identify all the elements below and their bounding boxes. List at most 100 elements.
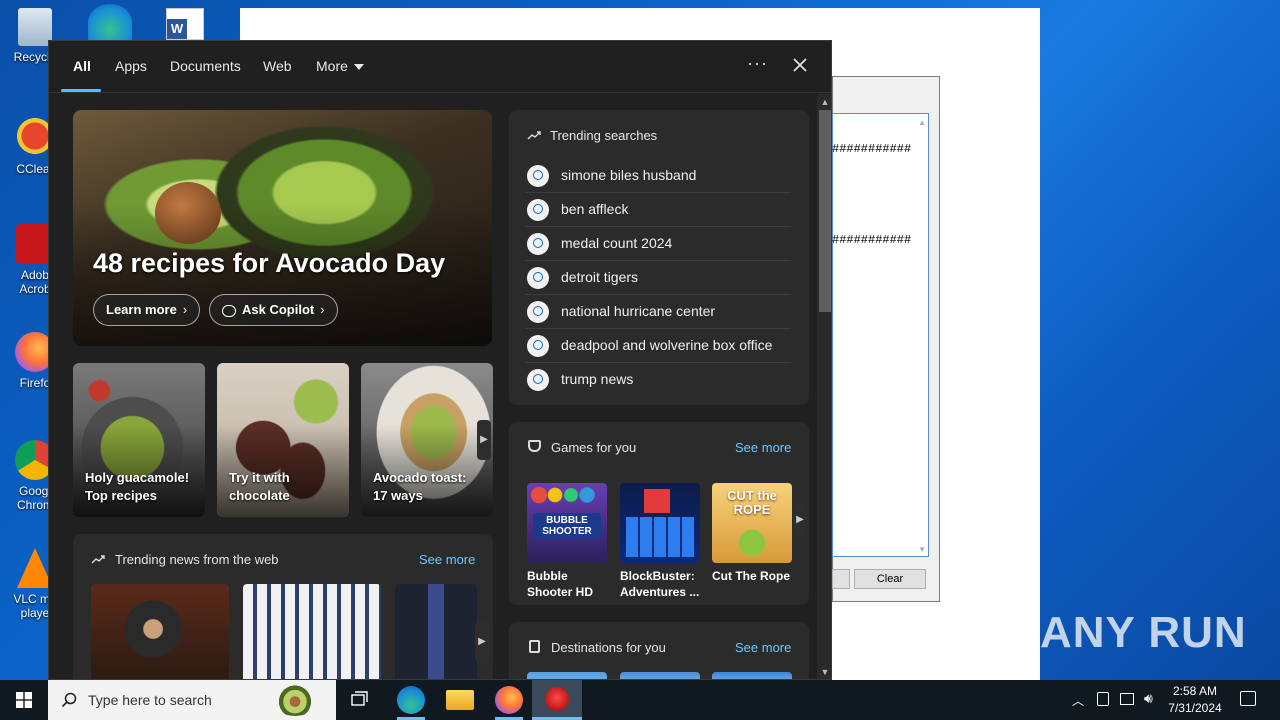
learn-more-button[interactable]: Learn more ›: [93, 294, 201, 326]
destination-image[interactable]: [527, 672, 607, 679]
search-icon: [527, 233, 549, 255]
textbox-scroll-up-icon[interactable]: ▲: [918, 118, 926, 127]
partial-button[interactable]: [832, 569, 850, 589]
destination-image[interactable]: [620, 672, 700, 679]
trending-arrow-icon: [527, 131, 541, 140]
trending-search-text: deadpool and wolverine box office: [561, 337, 773, 353]
news-image-press[interactable]: [395, 584, 477, 679]
start-button[interactable]: [0, 680, 48, 720]
game-name: BlockBuster: Adventures ...: [620, 569, 700, 599]
trending-search-item[interactable]: medal count 2024: [525, 227, 791, 261]
close-icon[interactable]: [790, 55, 810, 75]
games-section-title: Games for you: [551, 440, 637, 455]
windows-logo-icon: [16, 692, 32, 708]
recipes-next-arrow[interactable]: ▶: [477, 420, 491, 460]
games-see-more-link[interactable]: See more: [735, 440, 791, 455]
taskbar-clock[interactable]: 2:58 AM 7/31/2024: [1160, 683, 1230, 717]
active-app-taskbar-button[interactable]: [532, 680, 582, 720]
tab-all[interactable]: All: [73, 58, 91, 74]
hero-title: 48 recipes for Avocado Day: [93, 248, 446, 278]
games-next-arrow[interactable]: ▶: [793, 502, 807, 538]
news-next-arrow[interactable]: ▶: [475, 622, 489, 662]
task-view-icon[interactable]: [346, 686, 374, 714]
chevron-right-icon: ›: [182, 302, 188, 317]
recipe-card-chocolate[interactable]: Try it with chocolate: [217, 363, 349, 517]
output-textbox[interactable]: ▲ ▼: [832, 113, 929, 557]
textbox-scroll-down-icon[interactable]: ▼: [918, 545, 926, 554]
meet-now-icon[interactable]: [1097, 692, 1109, 706]
search-icon: [527, 199, 549, 221]
trending-search-item[interactable]: simone biles husband: [525, 159, 791, 193]
trending-search-item[interactable]: national hurricane center: [525, 295, 791, 329]
bubble-shooter-logo-text: BUBBLE SHOOTER: [533, 513, 601, 539]
clear-button[interactable]: Clear: [854, 569, 926, 589]
cut-the-rope-logo-text: CUT the ROPE: [727, 488, 777, 517]
bubble-shooter-tile[interactable]: BUBBLE SHOOTER: [527, 483, 607, 563]
firefox-taskbar-icon[interactable]: [495, 686, 523, 714]
trending-search-item[interactable]: detroit tigers: [525, 261, 791, 295]
scroll-down-icon[interactable]: ▼: [820, 667, 830, 677]
more-options-button[interactable]: ···: [747, 53, 768, 74]
search-tabs-bar: All Apps Documents Web More ···: [49, 41, 831, 93]
active-tab-indicator: [61, 89, 101, 92]
file-explorer-icon[interactable]: [446, 690, 474, 710]
destinations-section-title: Destinations for you: [551, 640, 666, 655]
ask-copilot-label: Ask Copilot: [242, 302, 315, 317]
edge-desktop-icon[interactable]: [88, 4, 132, 40]
chevron-down-icon: [353, 64, 364, 71]
scrollbar-thumb[interactable]: [819, 110, 831, 312]
trending-news-section: Trending news from the web See more ▶: [73, 534, 493, 679]
word-logo-icon: W: [167, 19, 187, 39]
learn-more-label: Learn more: [106, 302, 177, 317]
recipe-card-caption: Avocado toast: 17 ways: [373, 470, 467, 503]
tab-more[interactable]: More: [316, 58, 364, 74]
search-placeholder: Type here to search: [88, 692, 212, 708]
trending-searches-card: Trending searches simone biles husband b…: [509, 110, 809, 405]
news-section-title: Trending news from the web: [115, 552, 279, 567]
news-image-speech[interactable]: [91, 584, 229, 679]
news-see-more-link[interactable]: See more: [419, 552, 475, 567]
trending-search-text: detroit tigers: [561, 269, 639, 285]
news-image-team[interactable]: [243, 584, 381, 679]
avocado-day-hero-card[interactable]: 48 recipes for Avocado Day Learn more › A…: [73, 110, 492, 346]
search-icon: [61, 692, 77, 708]
ask-copilot-button[interactable]: Ask Copilot ›: [209, 294, 338, 326]
blockbuster-tile[interactable]: [620, 483, 700, 563]
volume-icon[interactable]: 🔊︎: [1144, 690, 1153, 707]
destinations-card: Destinations for you See more: [509, 622, 809, 679]
trending-arrow-icon: [91, 555, 105, 564]
game-name: Bubble Shooter HD: [527, 569, 593, 599]
trending-search-text: ben affleck: [561, 201, 629, 217]
notification-center-icon[interactable]: [1240, 691, 1256, 706]
network-icon[interactable]: [1120, 693, 1134, 705]
trending-search-item[interactable]: ben affleck: [525, 193, 791, 227]
destination-image[interactable]: [712, 672, 792, 679]
word-desktop-icon[interactable]: W: [166, 8, 204, 40]
recipe-card-avocado-toast[interactable]: Avocado toast: 17 ways: [361, 363, 493, 517]
clock-time: 2:58 AM: [1172, 684, 1218, 698]
recipe-card-guacamole[interactable]: Holy guacamole! Top recipes: [73, 363, 205, 517]
trending-search-item[interactable]: trump news: [525, 363, 791, 397]
tab-web[interactable]: Web: [263, 58, 292, 74]
hash-output-line-2: ###########: [832, 233, 912, 247]
destinations-see-more-link[interactable]: See more: [735, 640, 791, 655]
show-hidden-icons-button[interactable]: ︿: [1072, 692, 1084, 709]
trending-searches-title: Trending searches: [550, 128, 658, 143]
panel-scrollbar[interactable]: ▲ ▼: [817, 94, 831, 679]
blockbuster-red-blocks-art: [644, 489, 670, 513]
cut-the-rope-tile[interactable]: CUT the ROPE: [712, 483, 792, 563]
edge-taskbar-icon[interactable]: [397, 686, 425, 714]
trending-search-item[interactable]: deadpool and wolverine box office: [525, 329, 791, 363]
blockbuster-blocks-art: [626, 517, 694, 557]
scroll-up-icon[interactable]: ▲: [820, 97, 830, 107]
chevron-right-icon: ›: [320, 302, 325, 317]
tab-documents[interactable]: Documents: [170, 58, 241, 74]
tab-more-label: More: [316, 58, 348, 74]
taskbar-search-box[interactable]: Type here to search: [48, 680, 336, 720]
anyrun-watermark: ANY RUN: [1040, 608, 1247, 657]
tab-apps[interactable]: Apps: [115, 58, 147, 74]
search-icon: [527, 301, 549, 323]
recipe-card-caption: Try it with chocolate: [229, 470, 290, 503]
recipe-card-caption: Holy guacamole! Top recipes: [85, 470, 190, 503]
search-panel: All Apps Documents Web More ··· 48 recip…: [48, 40, 832, 680]
